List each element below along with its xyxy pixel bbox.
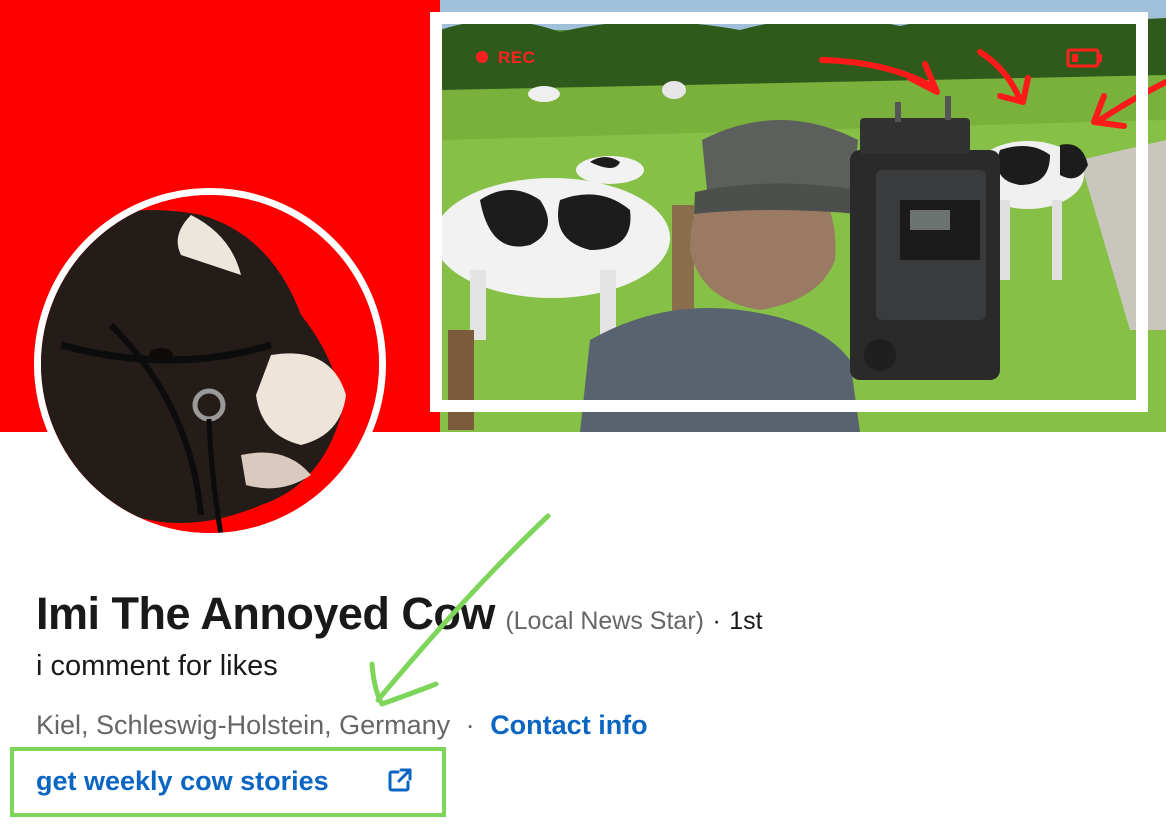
profile-location: Kiel, Schleswig-Holstein, Germany [36, 710, 451, 740]
location-separator: · [465, 710, 475, 740]
contact-info-link[interactable]: Contact info [490, 710, 647, 740]
profile-name-row: Imi The Annoyed Cow (Local News Star) · … [36, 588, 763, 640]
external-link-icon[interactable] [386, 766, 414, 794]
profile-name: Imi The Annoyed Cow [36, 588, 495, 639]
degree-separator: · [712, 607, 721, 635]
banner-photo [440, 0, 1166, 432]
profile-pronoun: (Local News Star) [505, 607, 704, 635]
profile-avatar[interactable] [34, 188, 386, 540]
profile-headline: i comment for likes [36, 650, 278, 682]
cow-avatar-image [41, 195, 379, 533]
rec-indicator: REC [476, 48, 535, 68]
custom-website-link[interactable]: get weekly cow stories [36, 766, 329, 797]
location-row: Kiel, Schleswig-Holstein, Germany · Cont… [36, 710, 648, 741]
connection-degree: 1st [729, 607, 763, 635]
